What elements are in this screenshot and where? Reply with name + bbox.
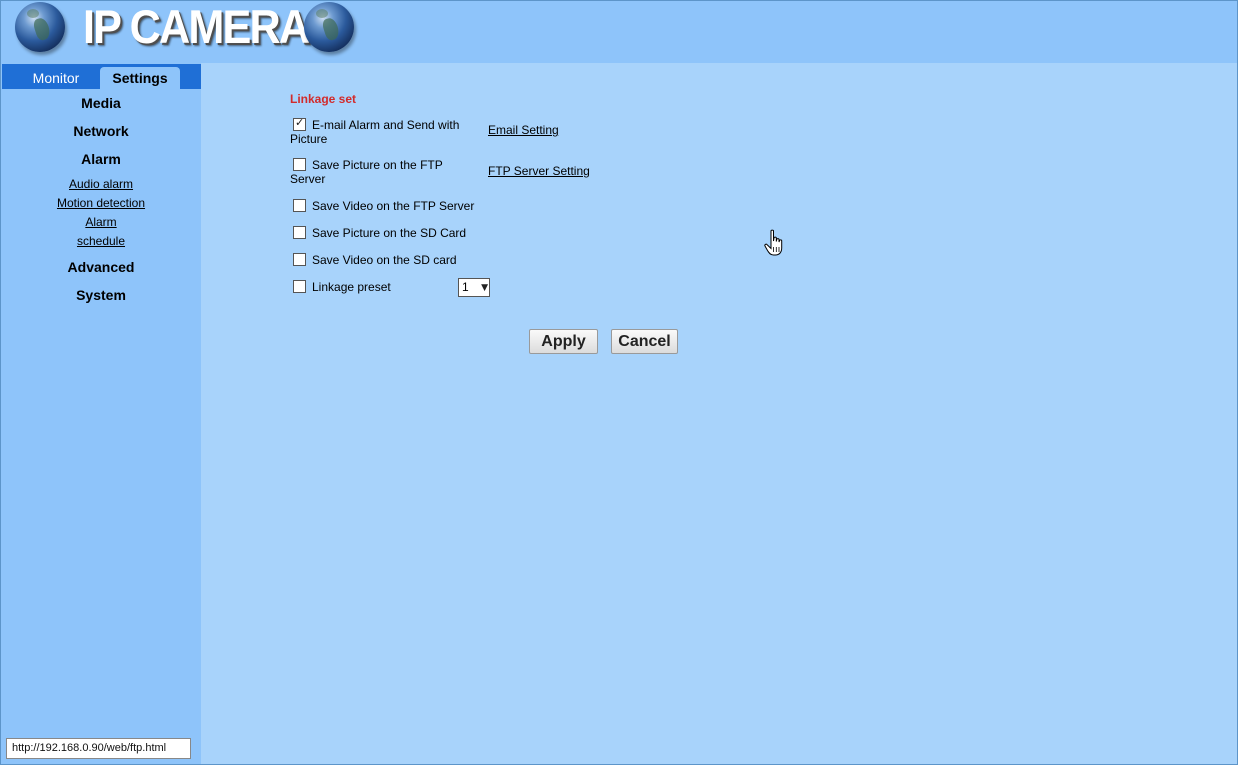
sidebar-item-alarm-schedule-cont[interactable]: schedule bbox=[1, 234, 201, 248]
option-label-cont: Server bbox=[290, 172, 326, 186]
option-label: E-mail Alarm and Send with bbox=[312, 118, 460, 132]
email-alarm-checkbox[interactable] bbox=[293, 116, 306, 131]
globe-icon bbox=[15, 2, 65, 52]
sidebar-item-motion-detection[interactable]: Motion detection bbox=[1, 196, 201, 210]
brand-title: IP CAMERA bbox=[83, 0, 310, 53]
sidebar: Monitor Settings Media Network Alarm Aud… bbox=[1, 63, 201, 764]
dropdown-arrow-icon: ▼ bbox=[481, 283, 488, 293]
save-video-sd-checkbox[interactable] bbox=[293, 253, 306, 266]
save-picture-ftp-checkbox[interactable] bbox=[293, 158, 306, 171]
option-save-picture-sd: Save Picture on the SD Card bbox=[290, 226, 466, 240]
status-bar-url: http://192.168.0.90/web/ftp.html bbox=[6, 738, 191, 759]
cancel-button[interactable]: Cancel bbox=[611, 329, 678, 354]
sidebar-item-network[interactable]: Network bbox=[1, 123, 201, 139]
option-label: Save Video on the SD card bbox=[312, 253, 457, 267]
header-banner: IP CAMERA bbox=[1, 1, 1237, 63]
tab-monitor[interactable]: Monitor bbox=[10, 67, 102, 89]
sidebar-item-advanced[interactable]: Advanced bbox=[1, 259, 201, 275]
option-save-video-ftp: Save Video on the FTP Server bbox=[290, 199, 474, 213]
preset-select-value: 1 bbox=[462, 280, 469, 294]
option-save-picture-ftp: Save Picture on the FTP Server bbox=[290, 158, 443, 186]
main-content: Linkage set E-mail Alarm and Send with P… bbox=[201, 63, 1237, 764]
globe-icon bbox=[304, 2, 354, 52]
linkage-preset-checkbox[interactable] bbox=[293, 280, 306, 293]
option-email-alarm: E-mail Alarm and Send with Picture bbox=[290, 116, 460, 146]
sidebar-item-audio-alarm[interactable]: Audio alarm bbox=[1, 177, 201, 191]
save-picture-sd-checkbox[interactable] bbox=[293, 226, 306, 239]
sidebar-item-media[interactable]: Media bbox=[1, 95, 201, 111]
option-save-video-sd: Save Video on the SD card bbox=[290, 253, 457, 267]
section-title: Linkage set bbox=[290, 92, 357, 106]
option-label-cont: Picture bbox=[290, 132, 328, 146]
hand-pointer-icon bbox=[764, 229, 783, 256]
ftp-server-setting-link[interactable]: FTP Server Setting bbox=[488, 164, 590, 178]
preset-select[interactable]: 1 ▼ bbox=[458, 278, 490, 297]
sidebar-item-alarm-schedule[interactable]: Alarm bbox=[1, 215, 201, 229]
tab-settings[interactable]: Settings bbox=[100, 67, 180, 89]
option-linkage-preset: Linkage preset bbox=[290, 280, 391, 294]
option-label: Save Picture on the FTP bbox=[312, 158, 443, 172]
sidebar-item-alarm[interactable]: Alarm bbox=[1, 151, 201, 167]
save-video-ftp-checkbox[interactable] bbox=[293, 199, 306, 212]
tab-bar: Monitor Settings bbox=[2, 64, 201, 89]
option-label: Save Picture on the SD Card bbox=[312, 226, 467, 240]
option-label: Save Video on the FTP Server bbox=[312, 199, 475, 213]
sidebar-item-system[interactable]: System bbox=[1, 287, 201, 303]
email-setting-link[interactable]: Email Setting bbox=[488, 123, 559, 137]
apply-button[interactable]: Apply bbox=[529, 329, 598, 354]
